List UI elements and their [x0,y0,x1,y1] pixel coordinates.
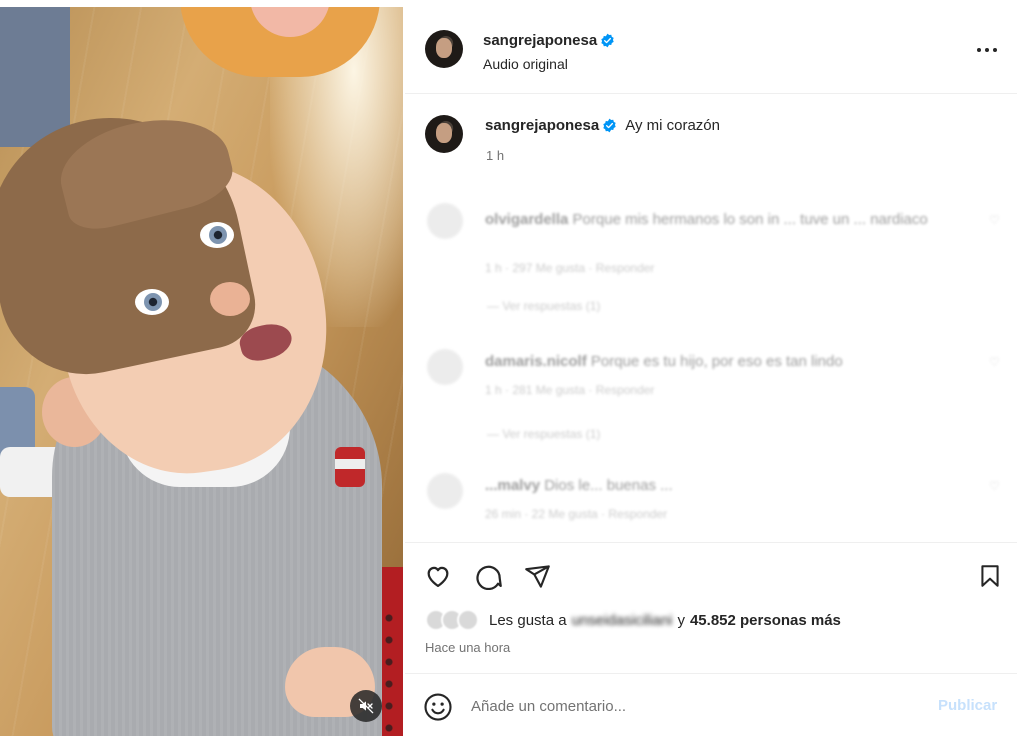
comment-text: Dios le... buenas ... [544,477,673,494]
caption-text: Ay mi corazón [625,117,720,134]
comment-button[interactable] [473,561,503,591]
post-panel: sangrejaponesa Audio original sangrejapo… [405,7,1017,736]
audio-label[interactable]: Audio original [483,56,568,72]
adult-leg [0,7,70,147]
child-eye-left [135,289,169,315]
comment-text: Porque es tu hijo, por eso es tan lindo [590,353,843,370]
post-timestamp[interactable]: Hace una hora [425,640,510,655]
comment-body: olvigardella Porque mis hermanos lo son … [485,209,965,231]
comment-text: Porque mis hermanos lo son in ... tuve u… [572,211,928,228]
comment-avatar[interactable] [427,473,463,509]
post-caption: sangrejaponesa Ay mi corazón 1 h [405,95,1017,185]
sleeve-stripe [335,447,365,487]
comment-meta[interactable]: 1 h · 297 Me gusta · Responder [485,261,654,275]
publish-button[interactable]: Publicar [938,697,997,714]
likes-connector: y [677,611,685,629]
liker-avatars [425,609,479,631]
heart-icon[interactable]: ♡ [989,479,1000,493]
like-button[interactable] [423,561,453,591]
comments-list: olvigardella Porque mis hermanos lo son … [405,185,1017,540]
more-options-icon [977,48,997,52]
likes-summary: Les gusta a unseidasiciliani y 45.852 pe… [425,609,841,631]
paper-plane-icon [524,564,550,588]
post-video[interactable] [0,7,403,736]
author-name-row: sangrejaponesa [483,32,615,49]
view-replies[interactable]: — Ver respuestas (1) [487,427,600,441]
comment-bubble-icon [476,565,502,590]
comment-username[interactable]: ...malvy [485,477,540,494]
share-button[interactable] [522,561,552,591]
action-bar [405,542,1017,602]
comment-meta[interactable]: 26 min · 22 Me gusta · Responder [485,507,667,521]
likes-prefix: Les gusta a [489,611,567,629]
author-username[interactable]: sangrejaponesa [483,32,597,49]
emoji-smiley-icon [424,693,452,721]
comment-body: damaris.nicolf Porque es tu hijo, por es… [485,351,965,373]
save-button[interactable] [975,561,1005,591]
likes-count[interactable]: 45.852 personas más [690,612,841,629]
caption-line: sangrejaponesa Ay mi corazón [485,117,720,134]
verified-badge-icon [603,118,616,133]
avatar[interactable] [457,609,479,631]
view-replies[interactable]: — Ver respuestas (1) [487,299,600,313]
child-nose [210,282,250,316]
comment-body: ...malvy Dios le... buenas ... [485,475,965,497]
comment-username[interactable]: olvigardella [485,211,568,228]
heart-icon [427,566,449,588]
child-eye-right [200,222,234,248]
verified-badge-icon [601,33,614,48]
caption-username[interactable]: sangrejaponesa [485,117,599,134]
mute-button[interactable] [350,690,382,722]
comment-avatar[interactable] [427,349,463,385]
post-header: sangrejaponesa Audio original [405,7,1017,94]
heart-icon[interactable]: ♡ [989,355,1000,369]
bookmark-icon [981,565,999,587]
emoji-button[interactable] [423,692,453,722]
heart-icon[interactable]: ♡ [989,213,1000,227]
more-options-button[interactable] [975,40,999,60]
caption-avatar[interactable] [425,115,463,153]
comment-input[interactable] [471,692,911,720]
comment-avatar[interactable] [427,203,463,239]
author-avatar[interactable] [425,30,463,68]
speaker-muted-icon [358,698,374,714]
caption-timestamp[interactable]: 1 h [486,148,504,163]
comment-composer: Publicar [405,673,1017,736]
comment-meta[interactable]: 1 h · 281 Me gusta · Responder [485,383,654,397]
comment-username[interactable]: damaris.nicolf [485,353,587,370]
liker-username[interactable]: unseidasiciliani [572,612,673,629]
